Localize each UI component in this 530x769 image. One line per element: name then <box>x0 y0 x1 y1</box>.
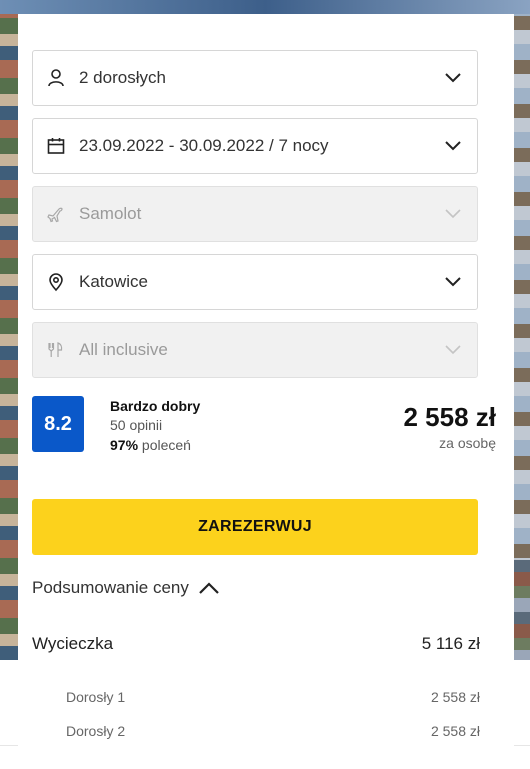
calendar-icon <box>45 135 67 157</box>
location-pin-icon <box>45 271 67 293</box>
price-per-person: za osobę <box>439 435 496 451</box>
summary-trip-amount: 5 116 zł <box>421 634 480 653</box>
summary-adult-label: Dorosły 1 <box>66 689 126 705</box>
cutlery-icon <box>45 339 67 361</box>
summary-trip-label: Wycieczka <box>32 634 114 653</box>
summary-adult-row: Dorosły 1 2 558 zł <box>32 689 480 705</box>
chevron-down-icon <box>443 136 463 156</box>
travelers-select[interactable]: 2 dorosłych <box>32 50 478 106</box>
chevron-down-icon <box>443 204 463 224</box>
price-summary-label: Podsumowanie ceny <box>32 578 189 597</box>
summary-adult-amount: 2 558 zł <box>430 689 480 705</box>
plane-icon <box>45 203 67 225</box>
price-amount: 2 558 zł <box>403 402 496 432</box>
recommend-label: poleceń <box>141 437 191 453</box>
chevron-down-icon <box>443 340 463 360</box>
travelers-value: 2 dorosłych <box>79 68 166 87</box>
dates-select[interactable]: 23.09.2022 - 30.09.2022 / 7 nocy <box>32 118 478 174</box>
summary-trip-row: Wycieczka 5 116 zł <box>32 634 480 654</box>
board-select: All inclusive <box>32 322 478 378</box>
transport-value: Samolot <box>79 204 142 223</box>
background-photo-top <box>0 0 530 14</box>
chevron-down-icon <box>443 68 463 88</box>
rating-opinions-link[interactable]: 50 opinii <box>110 417 162 433</box>
price-summary-toggle[interactable]: Podsumowanie ceny <box>32 578 221 598</box>
dates-value: 23.09.2022 - 30.09.2022 / 7 nocy <box>79 136 329 155</box>
summary-adult-amount: 2 558 zł <box>430 723 480 739</box>
summary-adult-label: Dorosły 2 <box>66 723 126 739</box>
person-icon <box>45 67 67 89</box>
rating-score-badge: 8.2 <box>32 396 84 452</box>
rating-title: Bardzo dobry <box>110 398 201 414</box>
board-value: All inclusive <box>79 340 168 359</box>
departure-city-select[interactable]: Katowice <box>32 254 478 310</box>
summary-adult-row: Dorosły 2 2 558 zł <box>32 723 480 739</box>
recommend-percent: 97% <box>110 437 139 453</box>
rating-recommend: 97% poleceń <box>110 437 191 453</box>
book-button[interactable]: ZAREZERWUJ <box>32 499 478 555</box>
chevron-down-icon <box>443 272 463 292</box>
departure-city-value: Katowice <box>79 272 148 291</box>
transport-select: Samolot <box>32 186 478 242</box>
chevron-up-icon <box>197 580 221 596</box>
